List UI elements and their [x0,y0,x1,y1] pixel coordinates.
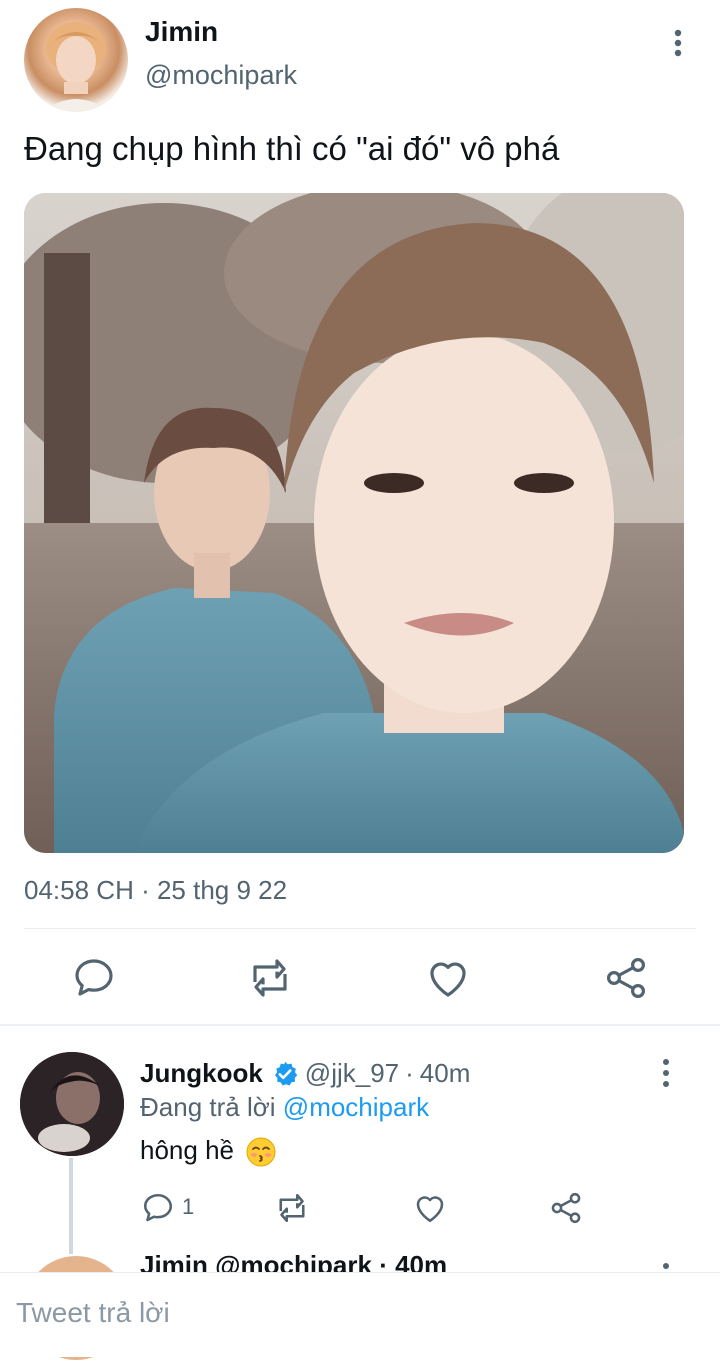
replying-to-line: Đang trả lời @mochipark [140,1092,429,1123]
verified-badge-icon [274,1061,298,1086]
avatar-image [42,22,110,112]
reply-input[interactable] [16,1291,696,1335]
author-handle[interactable]: @mochipark [145,60,297,91]
reply-header: Jungkook @jjk_97 · 40m [140,1058,470,1089]
reply-author-handle[interactable]: @jjk_97 [305,1058,399,1089]
kissing-face-emoji-icon [246,1137,276,1167]
reply-more-options-icon[interactable] [656,1058,676,1088]
separator-dot: · [405,1058,414,1088]
reply-like-icon[interactable] [412,1190,448,1226]
reply-author-avatar[interactable] [20,1052,124,1156]
tweet-text: Đang chụp hình thì có "ai đó" vô phá [24,130,560,167]
replying-to-handle[interactable]: @mochipark [283,1092,429,1122]
section-divider [0,1024,720,1026]
reply-retweet-icon[interactable] [274,1190,310,1226]
reply-author-name[interactable]: Jungkook [140,1058,263,1089]
reply-text-line: hông hề [140,1135,277,1168]
more-options-icon[interactable] [666,28,690,58]
like-icon[interactable] [424,954,472,1002]
reply-count: 1 [182,1194,195,1219]
tweet-timestamp[interactable]: 04:58 CH · 25 thg 9 22 [24,875,287,906]
tweet-photo-image [24,193,684,853]
reply-time[interactable]: 40m [420,1058,471,1089]
reply-avatar-image [20,1052,124,1156]
share-icon[interactable] [602,954,650,1002]
divider [24,928,696,929]
reply-text: hông hề [140,1135,234,1165]
author-avatar[interactable] [24,8,128,112]
retweet-icon[interactable] [246,954,294,1002]
reply-reply-icon[interactable] [140,1190,176,1226]
replying-to-label: Đang trả lời [140,1092,276,1122]
reply-share-icon[interactable] [548,1190,584,1226]
reply-icon[interactable] [70,954,118,1002]
reply-composer-bar [0,1272,720,1357]
thread-connector-line [69,1158,73,1254]
tweet-photo[interactable] [24,193,684,853]
author-name[interactable]: Jimin [145,16,218,48]
